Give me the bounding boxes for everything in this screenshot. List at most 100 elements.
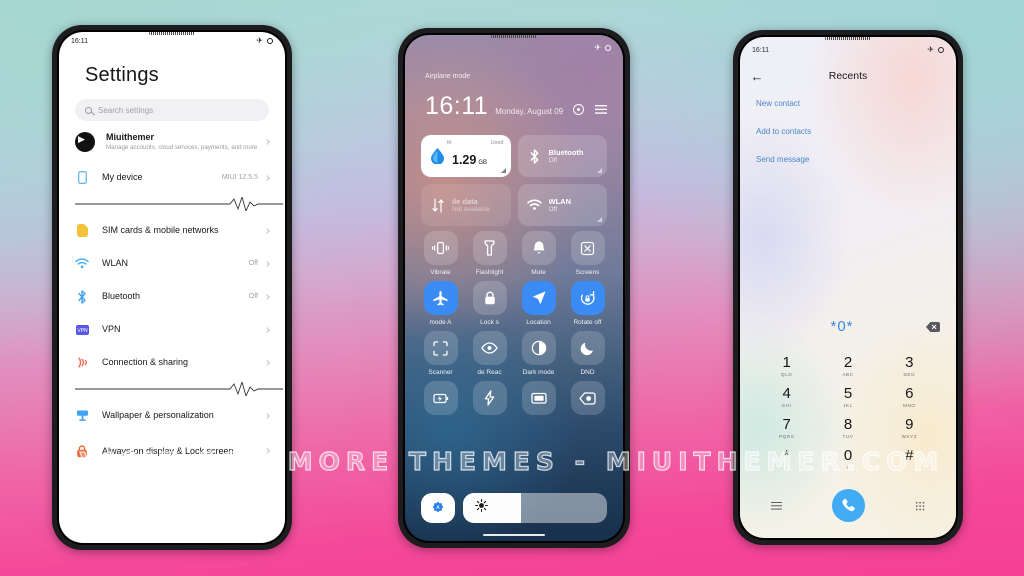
key-sub <box>879 465 940 471</box>
search-placeholder: Search settings <box>98 105 154 115</box>
key-5[interactable]: 5 JKL <box>817 386 878 409</box>
wlan-card[interactable]: WLAN Off <box>517 184 607 226</box>
sidebar-item-wlan[interactable]: WLAN Off <box>59 247 285 280</box>
key-2[interactable]: 2 ABC <box>817 355 878 378</box>
key-8[interactable]: 8 TUV <box>817 417 878 440</box>
phone-center-control-center: ✈ Airplane mode 16:11 Monday, August 09 <box>398 28 630 548</box>
key-sub: ABC <box>842 372 854 377</box>
tile-vibrate[interactable]: Vibrate <box>419 231 462 276</box>
chevron-right-icon <box>264 413 270 419</box>
chevron-right-icon <box>264 175 270 181</box>
key-9[interactable]: 9 WXYZ <box>879 417 940 440</box>
home-indicator[interactable] <box>483 533 545 536</box>
settings-gear-icon[interactable] <box>573 103 584 115</box>
key-hash[interactable]: # <box>879 448 940 471</box>
key-0[interactable]: 0 + <box>817 448 878 471</box>
data-usage-unit: GB <box>478 160 488 166</box>
menu-icon[interactable] <box>595 104 607 114</box>
sidebar-item-sim-cards[interactable]: SIM cards & mobile networks <box>59 214 285 247</box>
tile-scanner[interactable]: Scanner <box>419 331 462 376</box>
key-digit: 5 <box>843 385 853 402</box>
key-6[interactable]: 6 MNO <box>879 386 940 409</box>
key-3[interactable]: 3 DEG <box>879 355 940 378</box>
tile-dnd[interactable]: DND <box>566 331 609 376</box>
tile-label: Screens <box>575 269 600 276</box>
sidebar-item-vpn[interactable]: VPN VPN <box>59 313 285 346</box>
tile-mute[interactable]: Mute <box>517 231 560 276</box>
tile-screenshot[interactable]: Screens <box>566 231 609 276</box>
tile-flashlight[interactable]: Flashlight <box>468 231 511 276</box>
search-input[interactable]: Search settings <box>75 99 269 121</box>
key-4[interactable]: 4 GHI <box>756 386 817 409</box>
key-digit: 9 <box>905 416 914 433</box>
tile-location[interactable]: Location <box>517 281 560 326</box>
expand-corner-icon[interactable] <box>597 217 602 222</box>
tile-airplane-mode[interactable]: mode A <box>419 281 462 326</box>
expand-corner-icon[interactable] <box>500 168 506 173</box>
tile-lock-screen[interactable]: Lock s <box>468 281 511 326</box>
link-send-message[interactable]: Send message <box>756 155 811 164</box>
dialer-menu-button[interactable] <box>740 501 812 510</box>
back-arrow-icon[interactable]: ← <box>740 70 774 83</box>
circle-icon <box>267 38 273 44</box>
card-title: WLAN <box>548 197 572 206</box>
tile-rotate-off[interactable]: Rotate off <box>566 281 609 326</box>
mobile-data-card[interactable]: ile data Not available <box>421 184 511 226</box>
bluetooth-card[interactable]: Bluetooth Off <box>517 135 607 177</box>
phone-bezel: 16:11 ✈ Settings Search settings Miuithe… <box>57 30 287 545</box>
status-bar: 16:11 ✈ <box>740 41 956 59</box>
tile-dark-mode[interactable]: Dark mode <box>517 331 560 376</box>
search-icon <box>85 106 92 114</box>
key-1[interactable]: 1 QLD <box>756 355 817 378</box>
expand-corner-icon[interactable] <box>597 168 602 173</box>
dialer-header: ← Recents <box>740 65 956 87</box>
item-value: MIUI 12.5.5 <box>221 174 258 182</box>
scan-frame-icon <box>423 331 458 365</box>
quick-cards: th Used 1.29 GB Bluetooth Off ile data N… <box>421 135 607 226</box>
tile-cast-screen[interactable] <box>517 381 560 419</box>
sun-icon <box>475 499 488 517</box>
key-7[interactable]: 7 PQRS <box>756 417 817 440</box>
sidebar-item-wallpaper[interactable]: Wallpaper & personalization <box>59 399 285 432</box>
airplane-icon: ✈ <box>927 45 934 54</box>
status-icons: ✈ <box>594 44 611 52</box>
tile-tag[interactable] <box>566 381 609 419</box>
key-digit: 0 <box>843 447 853 464</box>
navigation-icon <box>521 281 556 315</box>
header-actions <box>573 103 607 115</box>
link-new-contact[interactable]: New contact <box>756 99 811 108</box>
sidebar-item-my-device[interactable]: My device MIUI 12.5.5 <box>59 161 285 194</box>
call-button[interactable] <box>812 489 884 522</box>
tile-label: Vibrate <box>430 269 451 276</box>
phone-left-settings: 16:11 ✈ Settings Search settings Miuithe… <box>52 25 292 550</box>
data-usage-card[interactable]: th Used 1.29 GB <box>421 135 511 177</box>
tag-icon <box>570 381 605 415</box>
chevron-right-icon <box>264 294 270 300</box>
item-label: VPN <box>102 324 121 335</box>
key-star[interactable]: *, <box>756 448 817 471</box>
moon-icon <box>570 331 605 365</box>
account-row[interactable]: Miuithemer Manage accounts, cloud servic… <box>59 121 285 161</box>
tile-lightning[interactable] <box>468 381 511 419</box>
brightness-slider[interactable] <box>463 493 607 523</box>
tile-battery-saver[interactable] <box>419 381 462 419</box>
link-add-to-contacts[interactable]: Add to contacts <box>756 127 811 136</box>
tile-reading-mode[interactable]: de Reac <box>468 331 511 376</box>
wlan-card-text: WLAN Off <box>549 197 572 213</box>
wifi-icon <box>75 257 89 271</box>
sidebar-item-connection-sharing[interactable]: Connection & sharing <box>59 346 285 379</box>
backspace-icon[interactable] <box>910 321 956 332</box>
item-label: Always-on display & Lock screen <box>102 445 234 456</box>
dialpad-toggle-button[interactable] <box>884 500 956 511</box>
tile-label: Location <box>526 319 551 326</box>
card-subtitle: Not available <box>452 206 490 213</box>
sidebar-item-aod-lock-screen[interactable]: Always-on display & Lock screen <box>59 432 285 470</box>
tile-label: Dark mode <box>522 369 555 376</box>
dialed-number[interactable]: *0* <box>740 318 910 335</box>
tile-label: DND <box>580 369 595 376</box>
key-sub: TUV <box>842 434 854 439</box>
auto-brightness-icon[interactable]: A <box>421 493 455 523</box>
sidebar-item-bluetooth[interactable]: Bluetooth Off <box>59 280 285 313</box>
vpn-icon: VPN <box>75 323 89 337</box>
key-sub: + <box>846 465 850 470</box>
